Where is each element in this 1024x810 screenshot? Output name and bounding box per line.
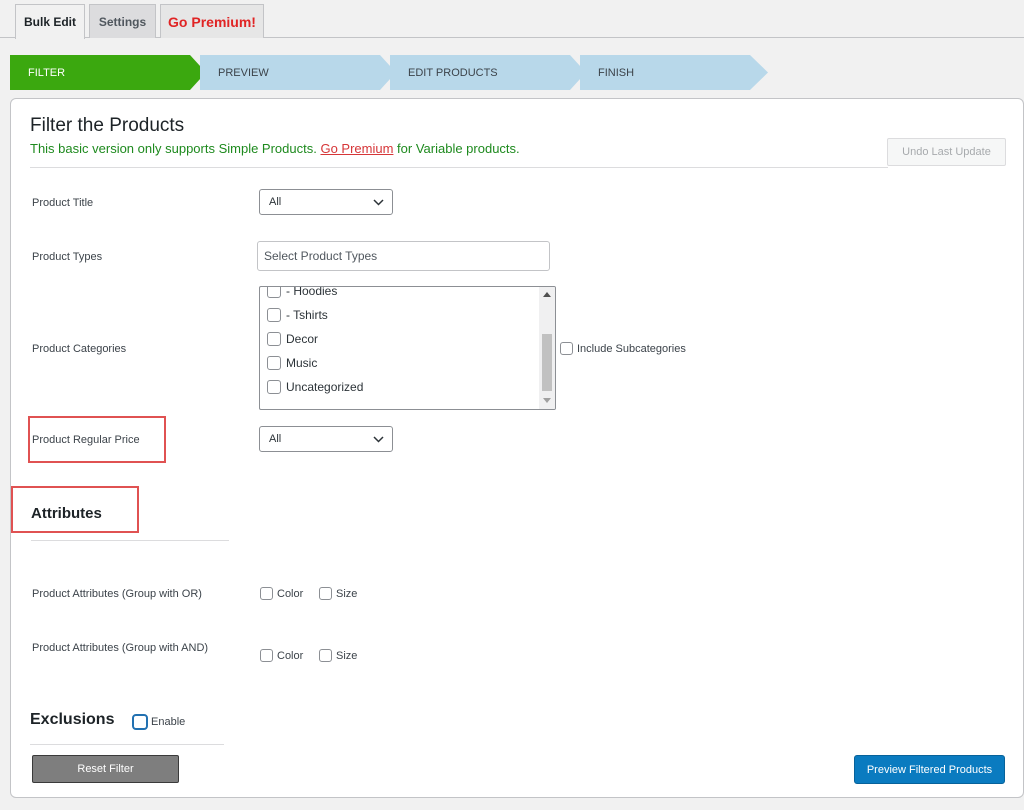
include-subcategories[interactable]: Include Subcategories [560, 342, 686, 355]
category-checkbox[interactable] [267, 356, 281, 370]
product-regular-price-label: Product Regular Price [32, 434, 140, 446]
attributes-heading: Attributes [31, 505, 102, 522]
tab-settings[interactable]: Settings [89, 4, 156, 38]
undo-last-update-button[interactable]: Undo Last Update [887, 138, 1006, 166]
category-item[interactable]: - Tshirts [267, 306, 328, 324]
scroll-thumb[interactable] [542, 334, 552, 391]
product-types-input[interactable]: Select Product Types [257, 241, 550, 271]
step-label: EDIT PRODUCTS [408, 66, 498, 79]
step-finish: FINISH [580, 55, 780, 90]
step-label: PREVIEW [218, 66, 269, 79]
note-text-end: for Variable products. [393, 141, 520, 156]
product-title-select[interactable]: All [259, 189, 393, 215]
note-text: This basic version only supports Simple … [30, 141, 321, 156]
attr-and-color-label: Color [277, 649, 304, 662]
category-item[interactable]: Music [267, 354, 317, 372]
title-divider [30, 167, 888, 168]
attr-or-color-checkbox[interactable] [260, 587, 273, 600]
category-label: Music [286, 356, 318, 370]
category-item[interactable]: - Hoodies [267, 286, 338, 300]
attr-or-size-checkbox[interactable] [319, 587, 332, 600]
attr-and-size-checkbox[interactable] [319, 649, 332, 662]
attr-and-color[interactable]: Color [260, 649, 303, 662]
exclusions-enable[interactable]: Enable [132, 714, 185, 730]
attr-or-color[interactable]: Color [260, 587, 303, 600]
step-preview: PREVIEW [200, 55, 400, 90]
scroll-down-icon[interactable] [543, 398, 551, 403]
step-label: FILTER [28, 66, 66, 79]
page-title: Filter the Products [30, 115, 185, 136]
category-label: Uncategorized [286, 380, 364, 394]
product-categories-label: Product Categories [32, 343, 127, 355]
attributes-divider [31, 540, 229, 541]
attr-or-size[interactable]: Size [319, 587, 357, 600]
category-label: - Hoodies [286, 286, 338, 298]
category-checkbox[interactable] [267, 332, 281, 346]
chevron-down-icon [373, 199, 384, 206]
product-regular-price-value: All [269, 433, 282, 445]
category-checkbox[interactable] [267, 287, 281, 298]
product-categories-list[interactable]: - Hoodies - Tshirts Decor Music Uncatego… [259, 286, 556, 410]
product-types-label: Product Types [32, 251, 103, 263]
exclusions-divider [30, 744, 224, 745]
tab-go-premium[interactable]: Go Premium! [160, 4, 264, 38]
attr-or-size-label: Size [336, 587, 358, 600]
product-regular-price-select[interactable]: All [259, 426, 393, 452]
attr-and-color-checkbox[interactable] [260, 649, 273, 662]
include-subcategories-checkbox[interactable] [560, 342, 573, 355]
product-title-value: All [269, 196, 282, 208]
step-label: FINISH [598, 66, 635, 79]
attributes-and-label: Product Attributes (Group with AND) [32, 642, 209, 654]
step-filter: FILTER [10, 55, 210, 90]
tab-bulk-edit[interactable]: Bulk Edit [15, 4, 85, 39]
category-checkbox[interactable] [267, 380, 281, 394]
attributes-or-label: Product Attributes (Group with OR) [32, 588, 202, 600]
exclusions-enable-label: Enable [151, 716, 186, 728]
go-premium-link[interactable]: Go Premium [320, 141, 393, 156]
exclusions-enable-checkbox[interactable] [132, 714, 148, 730]
attr-and-size[interactable]: Size [319, 649, 357, 662]
step-edit-products: EDIT PRODUCTS [390, 55, 590, 90]
category-label: Decor [286, 332, 319, 346]
tab-bar: Bulk Edit Settings Go Premium! [0, 0, 1024, 39]
product-title-label: Product Title [32, 197, 94, 209]
category-item[interactable]: Uncategorized [267, 378, 363, 396]
exclusions-heading: Exclusions [30, 711, 115, 728]
version-note: This basic version only supports Simple … [30, 141, 520, 156]
chevron-down-icon [373, 436, 384, 443]
attr-or-color-label: Color [277, 587, 304, 600]
category-scrollbar[interactable] [539, 287, 555, 409]
include-subcategories-label: Include Subcategories [577, 342, 686, 355]
category-item[interactable]: Decor [267, 330, 318, 348]
filter-panel: Filter the Products This basic version o… [10, 98, 1024, 798]
reset-filter-button[interactable]: Reset Filter [32, 755, 179, 783]
preview-filtered-products-button[interactable]: Preview Filtered Products [854, 755, 1005, 784]
category-label: - Tshirts [286, 308, 328, 322]
attr-and-size-label: Size [336, 649, 358, 662]
scroll-up-icon[interactable] [543, 292, 551, 297]
category-checkbox[interactable] [267, 308, 281, 322]
progress-steps: FILTER PREVIEW EDIT PRODUCTS FINISH [10, 55, 780, 90]
